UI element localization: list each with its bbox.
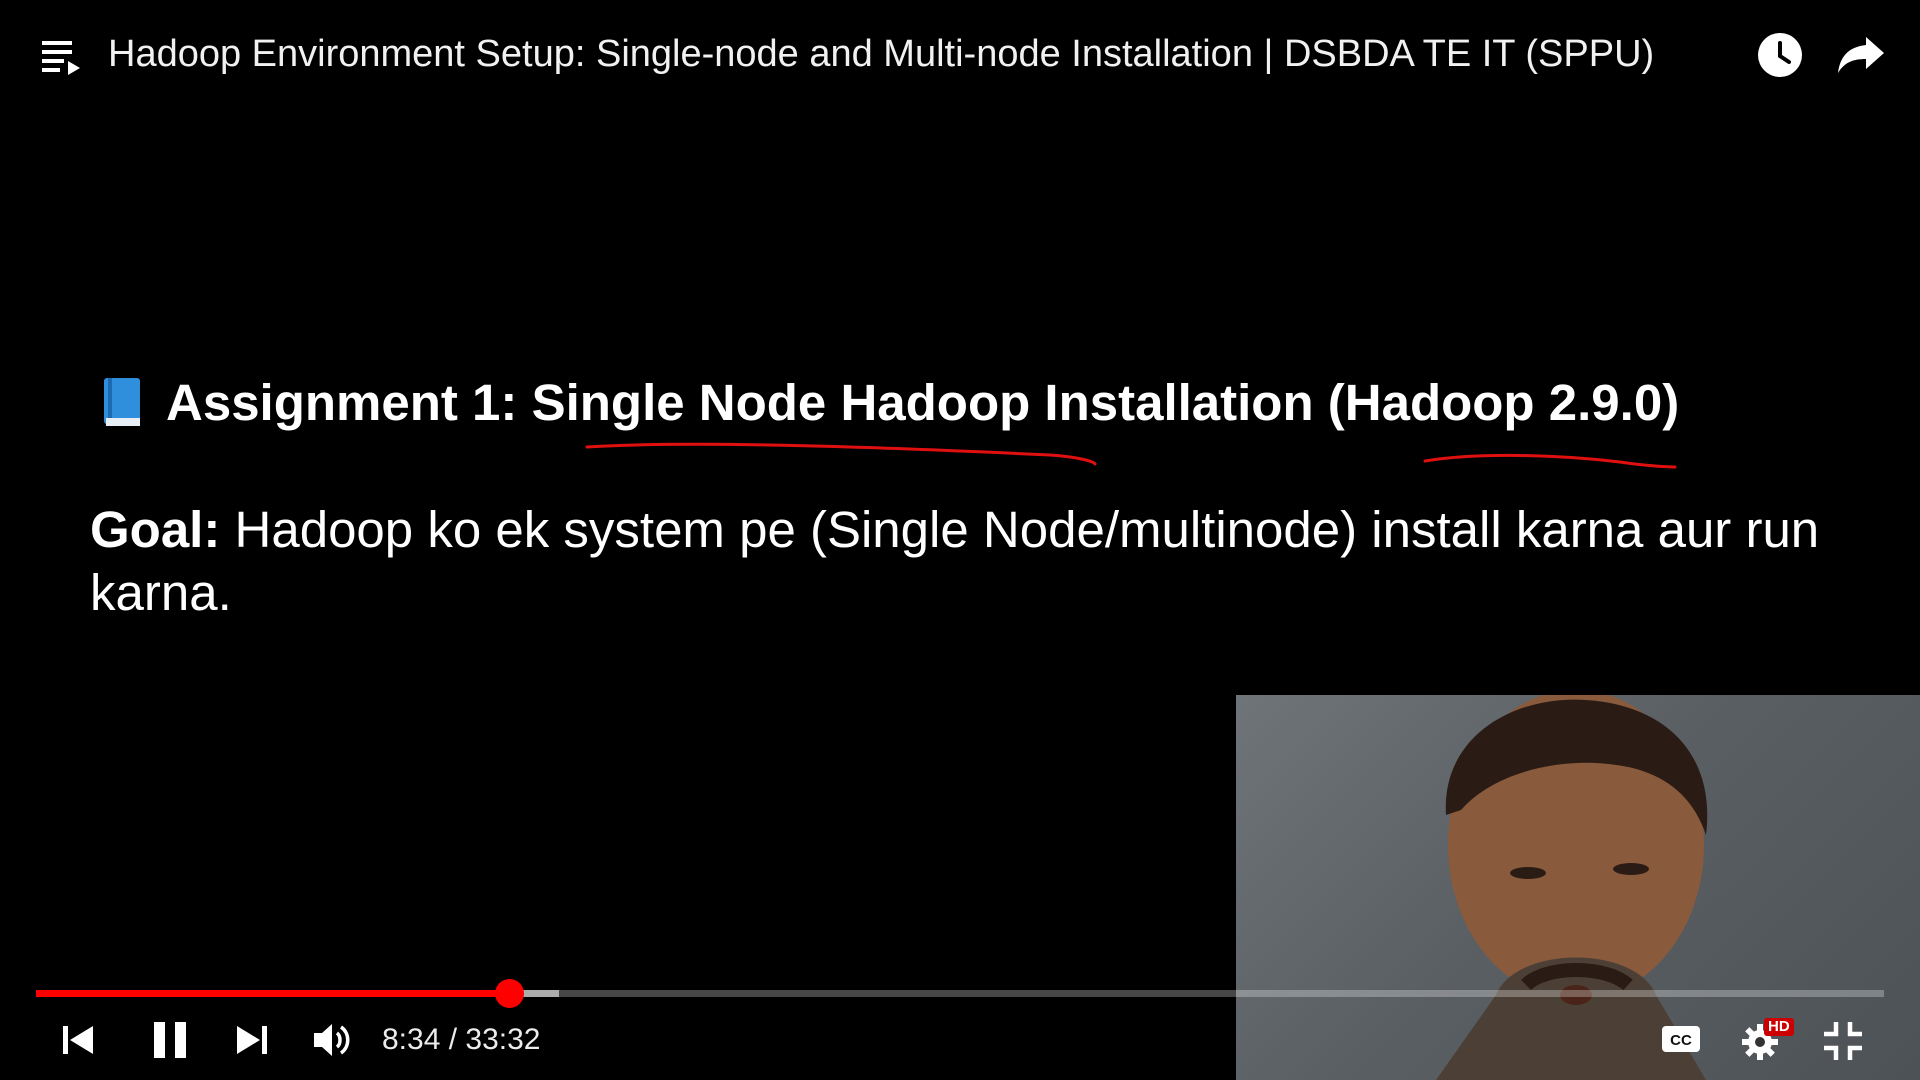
next-button[interactable] — [234, 1022, 270, 1058]
svg-text:CC: CC — [1670, 1032, 1692, 1049]
slide-goal: Goal: Hadoop ko ek system pe (Single Nod… — [90, 498, 1850, 624]
video-title[interactable]: Hadoop Environment Setup: Single-node an… — [108, 30, 1654, 78]
volume-icon — [314, 1024, 350, 1056]
skip-next-icon — [237, 1026, 267, 1054]
share-button[interactable] — [1836, 33, 1886, 77]
presenter-figure — [1436, 695, 1708, 1080]
settings-button[interactable]: HD — [1740, 1016, 1796, 1062]
previous-button[interactable] — [60, 1022, 96, 1058]
time-separator: / — [440, 1023, 466, 1056]
hd-badge: HD — [1764, 1018, 1794, 1036]
red-underline-1 — [585, 442, 1097, 466]
pause-icon — [154, 1022, 186, 1058]
playlist-icon — [42, 41, 80, 75]
captions-button[interactable]: CC — [1660, 1022, 1702, 1056]
playlist-button[interactable] — [40, 37, 84, 77]
volume-button[interactable] — [312, 1020, 356, 1060]
heading-suffix: ) — [1662, 374, 1680, 431]
skip-previous-icon — [63, 1026, 93, 1054]
progress-scrubber-handle[interactable] — [495, 979, 525, 1008]
heading-middle: ( — [1313, 374, 1345, 431]
player-top-bar: Hadoop Environment Setup: Single-node an… — [0, 0, 1920, 110]
goal-label: Goal: — [90, 501, 221, 558]
progress-played — [36, 990, 510, 997]
current-time: 8:34 — [382, 1023, 441, 1056]
watch-later-button[interactable] — [1756, 31, 1804, 79]
pause-button[interactable] — [150, 1018, 190, 1062]
goal-text: Hadoop ko ek system pe (Single Node/mult… — [90, 501, 1820, 621]
slide-heading: Assignment 1: Single Node Hadoop Install… — [100, 370, 1679, 436]
blue-book-icon — [104, 378, 140, 426]
progress-bar[interactable] — [36, 979, 1884, 1008]
time-display: 8:34 / 33:32 — [382, 1020, 540, 1060]
exit-fullscreen-button[interactable] — [1822, 1020, 1864, 1062]
duration: 33:32 — [465, 1023, 541, 1056]
clock-icon — [1758, 33, 1802, 77]
heading-prefix: Assignment 1: — [166, 374, 532, 431]
heading-underlined-1: Single Node Hadoop Installation — [531, 374, 1314, 431]
presenter-webcam-overlay — [1236, 695, 1920, 1080]
exit-fullscreen-icon — [1824, 1022, 1862, 1060]
closed-captions-icon: CC — [1662, 1026, 1700, 1052]
red-underline-2 — [1423, 453, 1677, 469]
share-arrow-icon — [1838, 37, 1884, 73]
heading-underlined-2: Hadoop 2.9.0 — [1344, 374, 1663, 431]
